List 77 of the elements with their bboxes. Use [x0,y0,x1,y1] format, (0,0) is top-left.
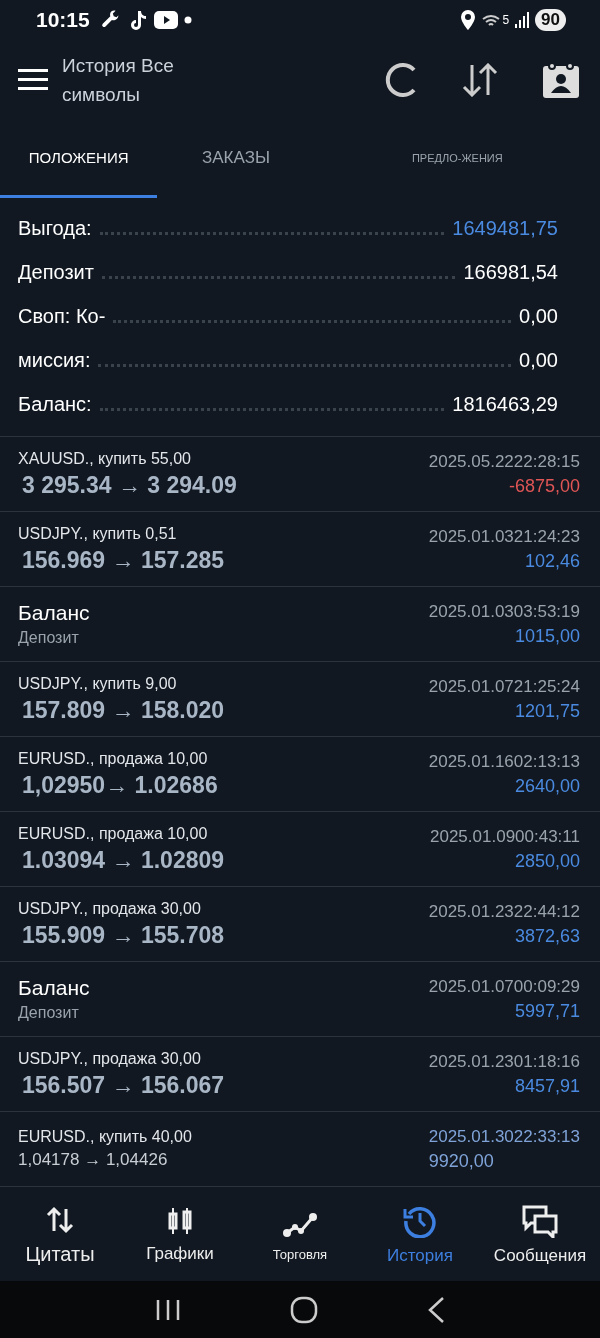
tab[interactable]: ПРЕДЛО-ЖЕНИЯ [314,120,600,198]
deal-title: EURUSD., продажа 10,00 [18,749,209,768]
deal-profit: 102,46 [524,550,580,572]
deal-title: XAUUSD., купить 55,00 [18,449,192,468]
deal-prices: 1,02950→ 1.02686 [21,771,218,799]
status-time: 10:15 [36,8,90,32]
summary-value: 166981,54 [463,260,558,284]
deal-title: USDJPY., купить 9,00 [18,674,178,693]
deal-profit: 5997,71 [514,1000,580,1022]
deal-prices: 1,04178 → 1,04426 [18,1150,169,1170]
contact-card-icon[interactable] [542,61,580,99]
dot-icon [183,16,192,24]
deal-title: USDJPY., продажа 30,00 [18,899,202,918]
nav-tab[interactable]: Графики [120,1189,240,1281]
deal-profit: 1201,75 [514,700,580,722]
menu-icon[interactable] [18,69,48,91]
battery-badge: 90 [535,9,566,31]
deal-prices: 157.809 → 158.020 [21,696,225,724]
deal-time: 2025.01.2301:18:16 [428,1051,580,1072]
deal-time: 2025.01.0321:24:23 [428,526,580,547]
summary-value: 1816463,29 [452,392,558,416]
summary-label: Депозит [18,260,94,284]
sort-icon[interactable] [462,63,498,97]
deal-profit: 1015,00 [514,625,580,647]
deal-prices: 156.507 → 156.067 [21,1071,225,1099]
deal-title: USDJPY., купить 0,51 [18,524,178,543]
deal-profit: 2850,00 [514,850,580,872]
deal-time: 2025.01.0721:25:24 [428,676,580,697]
deal-title: EURUSD., купить 40,00 [18,1128,192,1146]
deal-time: 2025.01.0700:09:29 [428,976,580,997]
refresh-icon[interactable] [384,62,418,98]
deal-time: 2025.01.2322:44:12 [428,901,580,922]
screen-title: История Все символы [62,54,175,107]
deal-profit: 3872,63 [514,925,580,947]
balance-title: Баланс [18,601,90,625]
deal-profit: 9920,00 [428,1150,494,1172]
summary-label: Выгода: [18,216,92,240]
network-label: 5 [502,13,510,27]
tab[interactable]: ПОЛОЖЕНИЯ [0,120,158,198]
deal-prices: 3 295.34 → 3 294.09 [21,471,237,499]
chat-icon [521,1204,559,1238]
location-icon [460,10,477,30]
deal-time: 2025.01.0303:53:19 [428,601,580,622]
deal-time: 2025.01.1602:13:13 [428,751,580,772]
summary-value: 1649481,75 [452,216,558,240]
balance-title: Баланс [18,976,90,1000]
deal-profit: 8457,91 [514,1075,580,1097]
wifi-icon [482,13,501,27]
deal-prices: 1.03094 → 1.02809 [21,846,225,874]
deal-prices: 155.909 → 155.708 [21,921,225,949]
signal-icon [515,12,530,28]
deal-time: 2025.05.2222:28:15 [428,451,580,472]
tab[interactable]: ЗАКАЗЫ [157,120,315,198]
summary-label: миссия: [18,348,91,372]
deal-time: 2025.01.3022:33:13 [428,1126,580,1147]
swap-arrows-icon [45,1204,75,1235]
back-icon[interactable] [427,1295,446,1324]
nav-tab[interactable]: Торговля [240,1189,360,1281]
summary-label: Своп: Ко- [18,304,106,328]
home-icon[interactable] [290,1295,318,1324]
nav-tab[interactable]: История [360,1189,480,1281]
summary-value: 0,00 [519,304,558,328]
deal-time: 2025.01.0900:43:11 [430,826,580,847]
deal-title: EURUSD., продажа 10,00 [18,824,209,843]
play-icon [153,11,178,29]
recent-apps-icon[interactable] [154,1297,181,1322]
history-icon [403,1204,437,1238]
deal-profit: -6875,00 [508,475,580,497]
balance-subtitle: Депозит [18,629,80,647]
summary-label: Баланс: [18,392,92,416]
balance-subtitle: Депозит [18,1004,80,1022]
deal-title: USDJPY., продажа 30,00 [18,1049,202,1068]
deal-profit: 2640,00 [514,775,580,797]
nav-tab[interactable]: Сообщения [480,1189,600,1281]
nav-tab[interactable]: Цитаты [0,1189,120,1281]
summary-value: 0,00 [519,348,558,372]
deal-prices: 156.969 → 157.285 [21,546,225,574]
